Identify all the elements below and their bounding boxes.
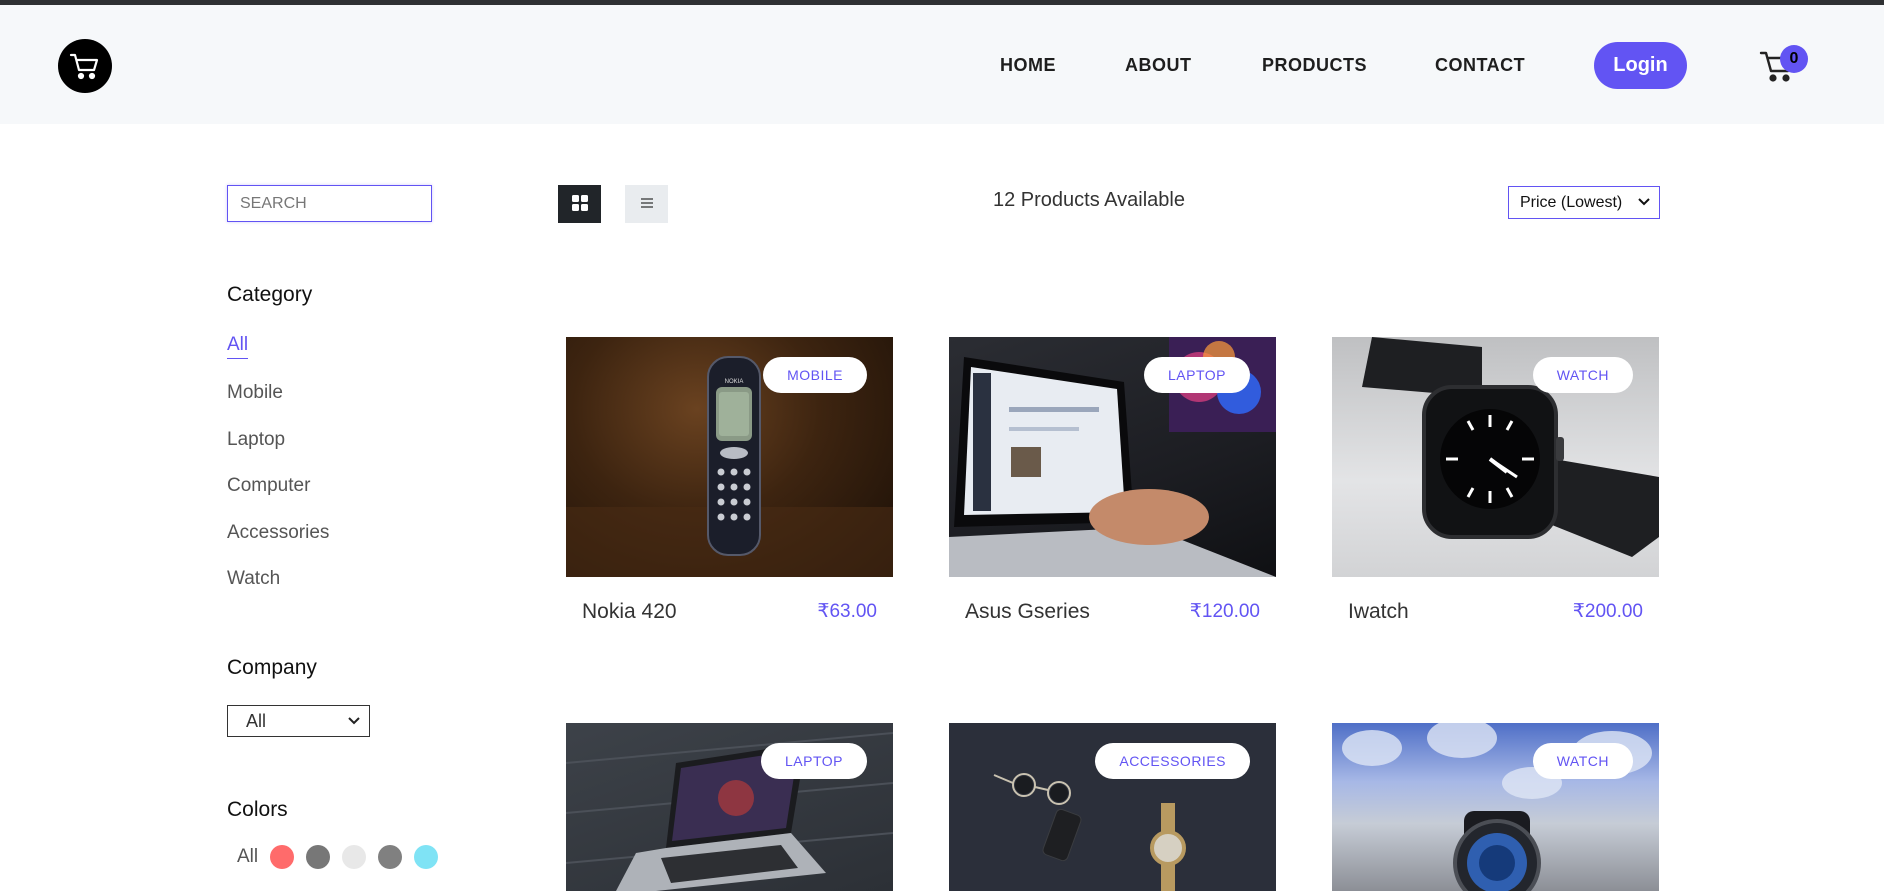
chevron-down-icon [1637,195,1651,214]
product-image-accessories: ACCESSORIES [949,723,1276,891]
grid-icon [571,194,589,215]
category-badge: WATCH [1532,357,1633,393]
color-swatch-cyan[interactable] [414,845,439,869]
login-button[interactable]: Login [1594,42,1687,89]
color-all-option[interactable]: All [237,846,258,868]
category-heading: Category [227,283,313,306]
product-card[interactable]: WATCH [1332,723,1659,891]
category-badge: ACCESSORIES [1095,743,1250,779]
product-image-laptop: LAPTOP [949,337,1276,577]
product-name: Asus Gseries [965,600,1090,623]
product-name: Nokia 420 [582,600,677,623]
product-price: ₹120.00 [1189,601,1260,622]
product-name: Iwatch [1348,600,1409,623]
product-image-watch: WATCH [1332,337,1659,577]
search-input[interactable] [227,185,432,222]
company-selected-value: All [246,710,267,731]
product-card[interactable]: LAPTOP Asus Gseries ₹120.00 [949,337,1276,623]
category-item-laptop[interactable]: Laptop [227,429,285,451]
nav-contact[interactable]: CONTACT [1435,55,1525,76]
product-card[interactable]: ACCESSORIES [949,723,1276,891]
category-item-accessories[interactable]: Accessories [227,522,329,544]
product-card[interactable]: NOKIA MOBILE Nokia 420 ₹63.00 [566,337,893,623]
category-item-watch[interactable]: Watch [227,568,280,590]
category-badge: MOBILE [763,357,867,393]
product-count: 12 Products Available [993,189,1185,211]
color-swatch-gray-2[interactable] [378,845,403,869]
color-swatch-gray[interactable] [306,845,331,869]
product-price: ₹200.00 [1572,601,1643,622]
category-item-mobile[interactable]: Mobile [227,382,283,404]
category-badge: LAPTOP [1144,357,1250,393]
svg-text:NOKIA: NOKIA [725,379,744,385]
sort-selected-value: Price (Lowest) [1520,193,1623,211]
colors-heading: Colors [227,798,288,821]
product-image-nokia: NOKIA MOBILE [566,337,893,577]
grid-view-button[interactable] [558,185,601,223]
product-card[interactable]: WATCH Iwatch ₹200.00 [1332,337,1659,623]
product-price: ₹63.00 [817,601,877,622]
color-filter: All [237,845,450,869]
category-item-all[interactable]: All [227,334,249,359]
nav-products[interactable]: PRODUCTS [1262,55,1367,76]
list-view-button[interactable] [625,185,668,223]
product-image-smartwatch: WATCH [1332,723,1659,891]
list-icon [639,196,655,213]
shopping-cart-icon[interactable] [58,39,112,93]
company-heading: Company [227,656,317,679]
category-badge: WATCH [1532,743,1633,779]
nav-about[interactable]: ABOUT [1125,55,1192,76]
chevron-down-icon [347,712,361,733]
company-select[interactable]: All [227,705,370,737]
color-swatch-red[interactable] [270,845,295,869]
cart-count-badge: 0 [1780,45,1808,73]
color-swatch-light-gray[interactable] [342,845,367,869]
category-badge: LAPTOP [761,743,867,779]
nav-home[interactable]: HOME [1000,55,1056,76]
sort-select[interactable]: Price (Lowest) [1508,186,1660,219]
site-header: HOME ABOUT PRODUCTS CONTACT Login 0 [0,5,1884,124]
category-item-computer[interactable]: Computer [227,475,310,497]
product-image-macbook: LAPTOP [566,723,893,891]
product-card[interactable]: LAPTOP [566,723,893,891]
